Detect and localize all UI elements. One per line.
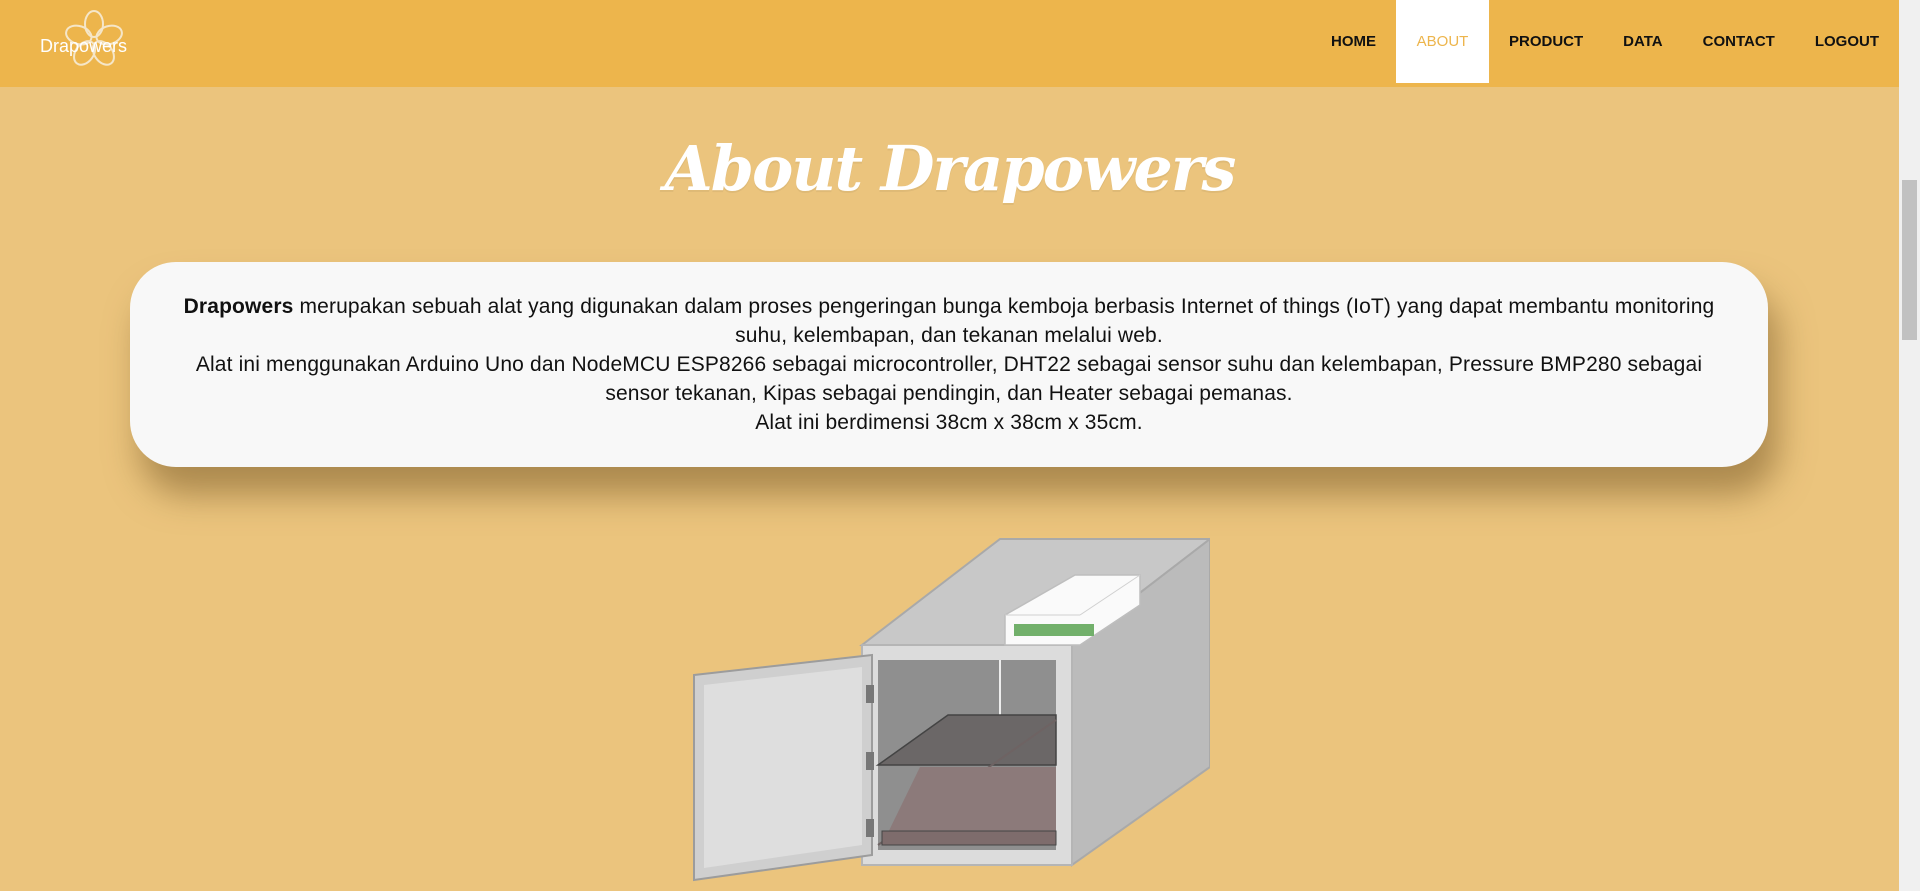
page-title: About Drapowers xyxy=(664,132,1237,205)
device-illustration xyxy=(690,535,1213,891)
nav-about[interactable]: ABOUT xyxy=(1396,0,1489,83)
nav-home[interactable]: HOME xyxy=(1311,0,1396,83)
main-nav: HOME ABOUT PRODUCT DATA CONTACT LOGOUT xyxy=(1311,0,1899,83)
about-card: Drapowers merupakan sebuah alat yang dig… xyxy=(130,262,1768,467)
scrollbar-thumb[interactable] xyxy=(1902,180,1917,340)
dryer-box-image xyxy=(693,536,1213,882)
navbar: Drapowers HOME ABOUT PRODUCT DATA CONTAC… xyxy=(0,0,1899,87)
nav-product[interactable]: PRODUCT xyxy=(1489,0,1603,83)
nav-contact[interactable]: CONTACT xyxy=(1683,0,1795,83)
nav-logout[interactable]: LOGOUT xyxy=(1795,0,1899,83)
page: Drapowers HOME ABOUT PRODUCT DATA CONTAC… xyxy=(0,0,1920,891)
vertical-scrollbar[interactable] xyxy=(1899,0,1920,891)
brand-name: Drapowers xyxy=(40,36,128,56)
about-paragraph-1: Drapowers merupakan sebuah alat yang dig… xyxy=(162,292,1736,350)
about-line-2: Alat ini menggunakan Arduino Uno dan Nod… xyxy=(195,353,1703,405)
about-brand-bold: Drapowers xyxy=(183,295,294,318)
brand-link[interactable]: Drapowers xyxy=(40,8,170,72)
about-line-1: merupakan sebuah alat yang digunakan dal… xyxy=(293,295,1715,347)
nav-data[interactable]: DATA xyxy=(1603,0,1682,83)
about-line-3: Alat ini berdimensi 38cm x 38cm x 35cm. xyxy=(755,411,1143,434)
